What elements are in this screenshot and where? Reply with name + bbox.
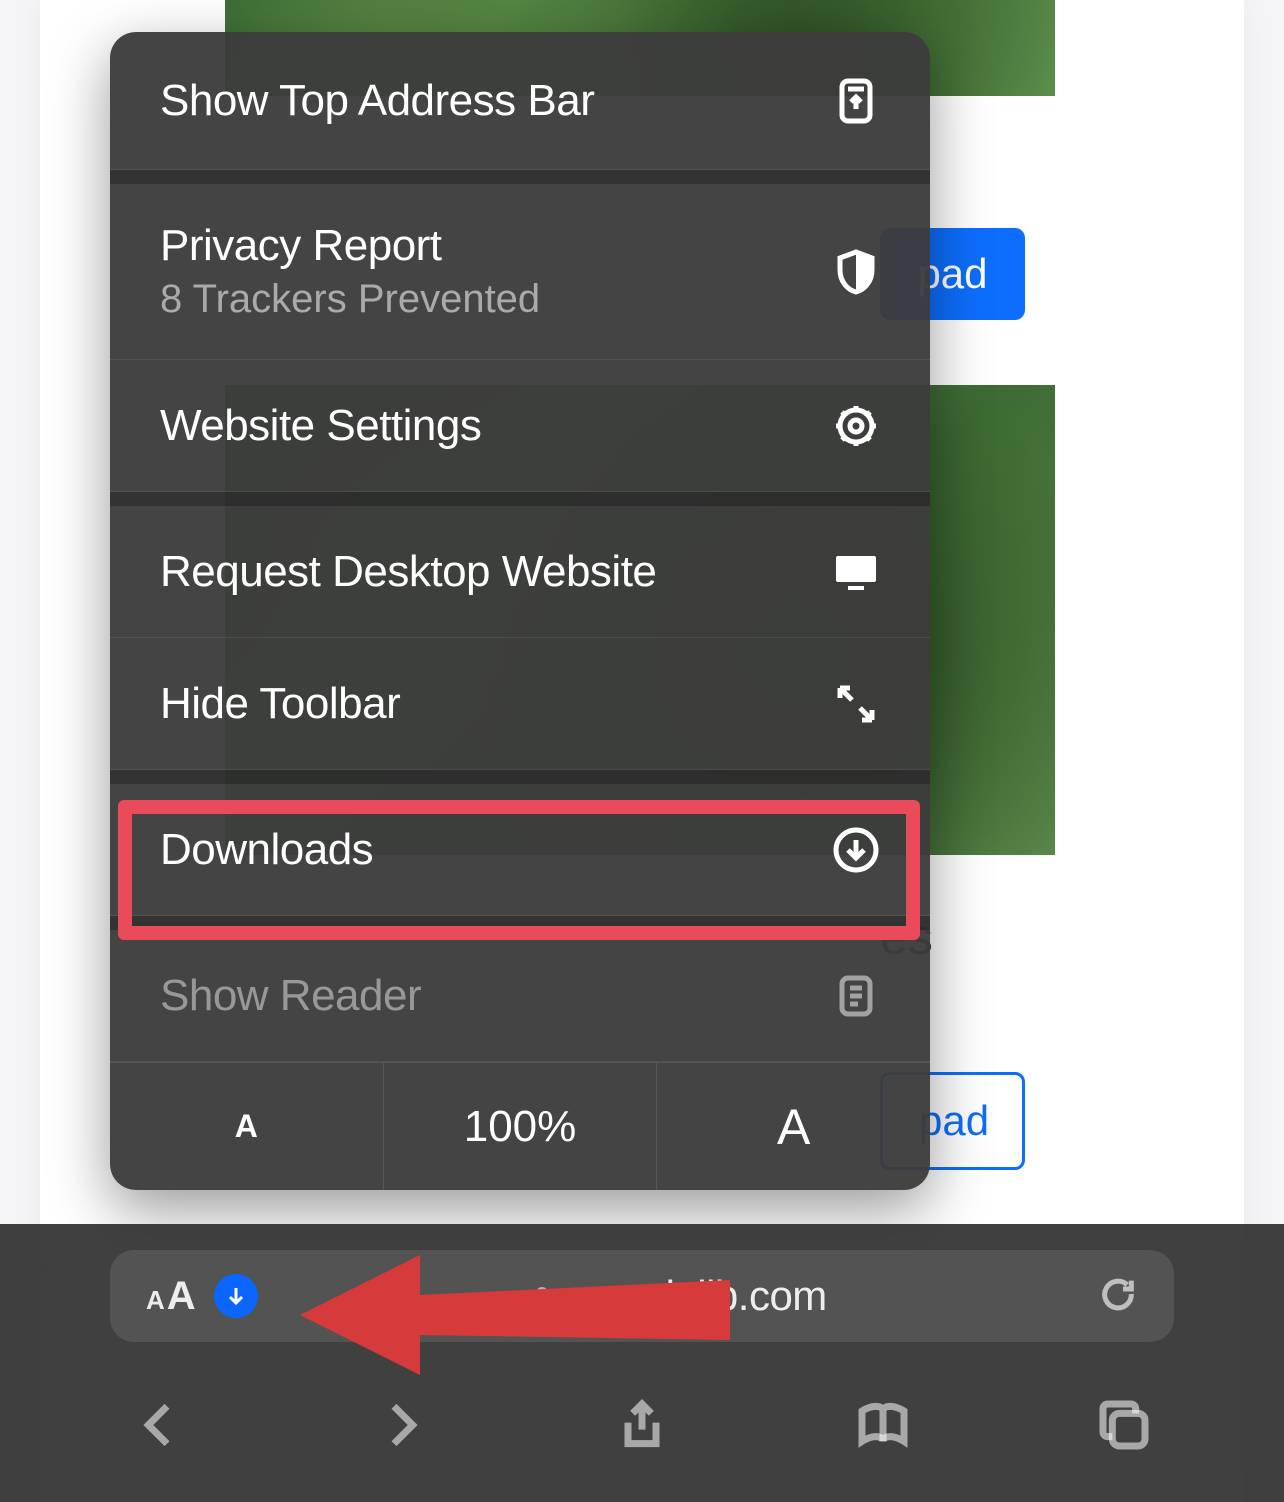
- shield-icon: [832, 248, 880, 296]
- reader-icon: [832, 972, 880, 1020]
- menu-sublabel: 8 Trackers Prevented: [160, 277, 540, 322]
- menu-website-settings[interactable]: Website Settings: [110, 360, 930, 492]
- increase-text-size[interactable]: A: [657, 1063, 930, 1190]
- address-bar-top-icon: [832, 77, 880, 125]
- menu-label: Downloads: [160, 825, 373, 875]
- aa-big: A: [167, 1274, 196, 1319]
- text-size-row: A 100% A: [110, 1062, 930, 1190]
- menu-request-desktop[interactable]: Request Desktop Website: [110, 506, 930, 638]
- expand-icon: [832, 680, 880, 728]
- page-settings-menu: Show Top Address Bar Privacy Report 8 Tr…: [110, 32, 930, 1190]
- bookmarks-button[interactable]: [855, 1397, 911, 1458]
- url-display: samplelib.com: [258, 1272, 1098, 1320]
- share-button[interactable]: [614, 1397, 670, 1458]
- menu-label: Hide Toolbar: [160, 679, 400, 729]
- reload-button[interactable]: [1098, 1274, 1138, 1319]
- menu-label: Request Desktop Website: [160, 547, 656, 597]
- menu-hide-toolbar[interactable]: Hide Toolbar: [110, 638, 930, 770]
- desktop-icon: [832, 548, 880, 596]
- menu-label: Show Reader: [160, 971, 421, 1021]
- download-circle-icon: [832, 826, 880, 874]
- menu-show-reader: Show Reader: [110, 930, 930, 1062]
- download-indicator-badge[interactable]: [214, 1274, 258, 1318]
- bottom-nav: [0, 1372, 1284, 1482]
- lock-icon: [529, 1272, 555, 1320]
- menu-label: Privacy Report: [160, 221, 540, 271]
- menu-show-top-address-bar[interactable]: Show Top Address Bar: [110, 32, 930, 170]
- back-button[interactable]: [132, 1397, 188, 1458]
- menu-label: Show Top Address Bar: [160, 76, 594, 126]
- menu-downloads[interactable]: Downloads: [110, 784, 930, 916]
- aa-small: A: [146, 1285, 165, 1316]
- page-settings-button[interactable]: A A: [146, 1274, 196, 1319]
- tabs-button[interactable]: [1096, 1397, 1152, 1458]
- zoom-level[interactable]: 100%: [384, 1063, 658, 1190]
- address-bar[interactable]: A A samplelib.com: [110, 1250, 1174, 1342]
- gear-icon: [832, 402, 880, 450]
- menu-privacy-report[interactable]: Privacy Report 8 Trackers Prevented: [110, 184, 930, 360]
- menu-label: Website Settings: [160, 401, 481, 451]
- forward-button[interactable]: [373, 1397, 429, 1458]
- browser-chrome: A A samplelib.com: [0, 1224, 1284, 1502]
- decrease-text-size[interactable]: A: [110, 1063, 384, 1190]
